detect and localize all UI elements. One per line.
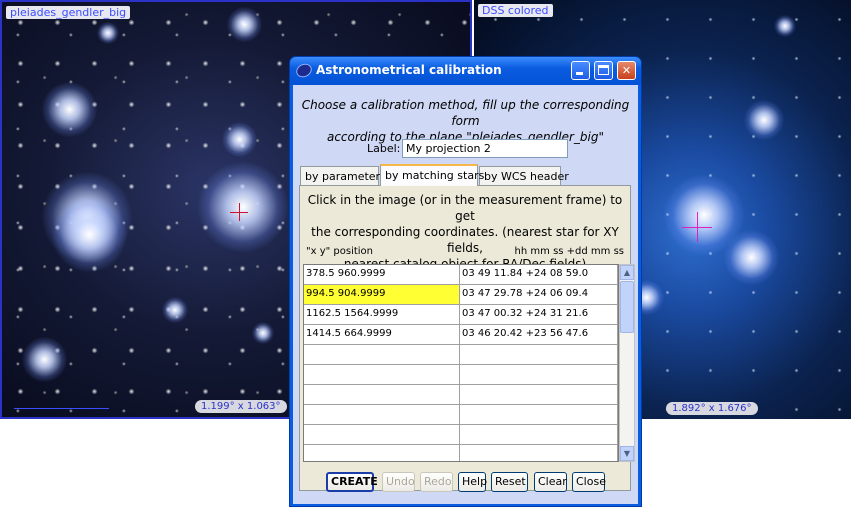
table-row	[304, 405, 618, 425]
xy-field[interactable]: 1162.5 1564.9999	[304, 305, 460, 325]
close-icon: ✕	[621, 64, 632, 77]
bright-star	[22, 337, 67, 382]
redo-button[interactable]: Redo	[420, 472, 453, 492]
radec-field[interactable]: 03 49 11.84 +24 08 59.0	[460, 265, 618, 285]
tab-by-matching-stars[interactable]: by matching stars	[380, 164, 484, 186]
bright-star	[222, 122, 257, 157]
title-bar[interactable]: Astronometrical calibration ✕	[290, 57, 641, 85]
view-size: 1.892° x 1.676°	[666, 402, 758, 415]
bright-star	[774, 15, 796, 37]
undo-button[interactable]: Undo	[382, 472, 415, 492]
dialog-title: Astronometrical calibration	[316, 63, 502, 77]
scroll-down-button[interactable]: ▼	[620, 446, 634, 461]
radec-field[interactable]: 03 46 20.42 +23 56 47.6	[460, 325, 618, 345]
xy-field[interactable]: 378.5 960.9999	[304, 265, 460, 285]
label-caption: Label:	[367, 142, 401, 155]
crosshair-marker	[682, 212, 712, 242]
close-window-button[interactable]: ✕	[617, 61, 636, 80]
calibration-dialog: Astronometrical calibration ✕ Choose a c…	[289, 56, 642, 507]
bright-star	[744, 100, 784, 140]
xy-field[interactable]	[304, 385, 460, 405]
table-row: 378.5 960.9999 03 49 11.84 +24 08 59.0	[304, 265, 618, 285]
xy-field[interactable]	[304, 365, 460, 385]
crosshair-marker	[230, 203, 248, 221]
table-row	[304, 345, 618, 365]
view-label: DSS colored	[478, 4, 553, 17]
radec-field[interactable]: 03 47 00.32 +24 31 21.6	[460, 305, 618, 325]
table-scrollbar[interactable]: ▲ ▼	[619, 264, 635, 462]
bright-star	[724, 230, 779, 285]
scroll-thumb[interactable]	[620, 281, 634, 333]
clear-button[interactable]: Clear	[534, 472, 567, 492]
help-button[interactable]: Help	[458, 472, 487, 492]
dialog-body: Choose a calibration method, fill up the…	[293, 85, 638, 504]
description-line: Click in the image (or in the measuremen…	[307, 193, 623, 223]
bright-star	[42, 82, 97, 137]
create-button[interactable]: CREATE	[326, 472, 378, 492]
instructions-line: Choose a calibration method, fill up the…	[301, 98, 630, 128]
close-button[interactable]: Close	[572, 472, 606, 492]
tab-by-wcs-header[interactable]: by WCS header	[479, 166, 569, 186]
chevron-down-icon: ▼	[623, 449, 631, 458]
xy-field-active[interactable]: 994.5 904.9999	[304, 285, 460, 305]
bright-star	[162, 297, 188, 323]
xy-field[interactable]	[304, 405, 460, 425]
matching-stars-panel: Click in the image (or in the measuremen…	[299, 185, 635, 491]
table-row: 1414.5 664.9999 03 46 20.42 +23 56 47.6	[304, 325, 618, 345]
radec-field[interactable]	[460, 425, 618, 445]
bright-star	[52, 197, 127, 272]
table-row	[304, 445, 618, 461]
scroll-up-button[interactable]: ▲	[620, 265, 634, 280]
tab-by-parameters[interactable]: by parameters	[300, 166, 386, 186]
minimize-button[interactable]	[571, 61, 590, 80]
bright-star	[97, 22, 119, 44]
maximize-button[interactable]	[594, 61, 613, 80]
xy-field[interactable]	[304, 425, 460, 445]
column-header-radec: hh mm ss +dd mm ss	[514, 246, 624, 257]
minimize-icon	[576, 72, 583, 75]
table-row: 1162.5 1564.9999 03 47 00.32 +24 31 21.6	[304, 305, 618, 325]
maximize-icon	[598, 65, 609, 75]
scale-bar	[14, 408, 109, 409]
radec-field[interactable]	[460, 385, 618, 405]
reset-button[interactable]: Reset	[491, 472, 528, 492]
app-icon	[294, 61, 314, 80]
chevron-up-icon: ▲	[623, 268, 631, 277]
table-row: 994.5 904.9999 03 47 29.78 +24 06 09.4	[304, 285, 618, 305]
bright-star	[252, 322, 274, 344]
table-row	[304, 365, 618, 385]
table-row	[304, 385, 618, 405]
xy-field[interactable]	[304, 345, 460, 365]
label-input[interactable]	[402, 139, 568, 158]
radec-field[interactable]	[460, 445, 618, 461]
empty-area	[0, 419, 292, 513]
radec-field[interactable]	[460, 365, 618, 385]
radec-field[interactable]	[460, 405, 618, 425]
tab-description: Click in the image (or in the measuremen…	[300, 192, 630, 272]
xy-field[interactable]: 1414.5 664.9999	[304, 325, 460, 345]
radec-field[interactable]: 03 47 29.78 +24 06 09.4	[460, 285, 618, 305]
instructions: Choose a calibration method, fill up the…	[293, 97, 638, 145]
radec-field[interactable]	[460, 345, 618, 365]
view-label: pleiades_gendler_big	[6, 6, 131, 19]
star-table: 378.5 960.9999 03 49 11.84 +24 08 59.0 9…	[303, 264, 619, 462]
xy-field[interactable]	[304, 445, 460, 461]
view-size: 1.199° x 1.063°	[195, 400, 287, 413]
bright-star	[227, 7, 262, 42]
column-header-xy: "x y" position	[306, 246, 374, 257]
table-row	[304, 425, 618, 445]
